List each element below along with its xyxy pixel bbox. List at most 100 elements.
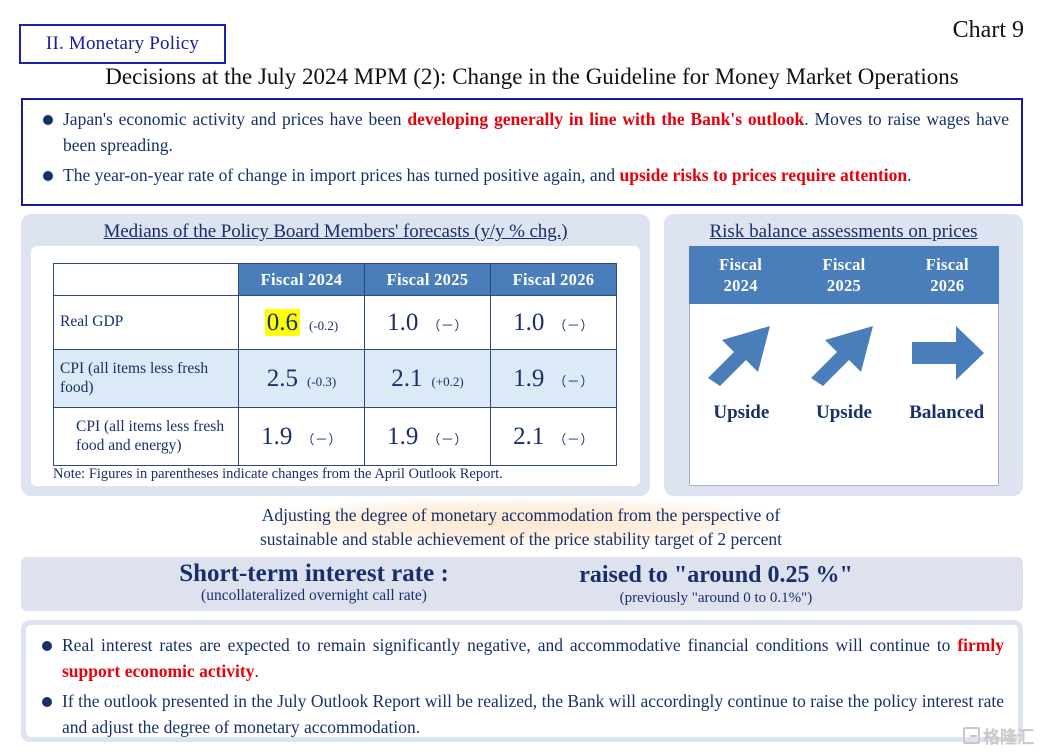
cell-change: （－） — [427, 431, 468, 447]
watermark-text: 格隆汇 — [983, 728, 1034, 748]
cell-value: 0.6 — [264, 308, 300, 336]
table-row: CPI (all items less fresh food) 2.5 (-0.3… — [53, 349, 617, 408]
bullet-dot-icon — [43, 171, 53, 182]
cell-cpi-fy2026: 1.9 （－） — [490, 349, 617, 408]
col-header-fy2026: Fiscal 2026 — [490, 263, 617, 296]
watermark-logo-icon — [963, 727, 980, 744]
risk-card: Fiscal 2024 Fiscal 2025 Fiscal 2026 Upsi… — [689, 246, 999, 486]
cell-gdp-fy2024: 0.6 (-0.2) — [238, 295, 365, 350]
bullet-text: If the outlook presented in the July Out… — [62, 689, 1004, 740]
risk-assessment-fy2026: Balanced — [895, 304, 998, 485]
cell-value: 1.0 — [513, 308, 545, 336]
bullet-dot-icon — [42, 697, 52, 708]
cell-change: (+0.2) — [431, 373, 464, 389]
top-bullet-box: Japan's economic activity and prices hav… — [21, 98, 1023, 206]
cell-change: （－） — [553, 431, 594, 447]
arrow-up-right-icon — [708, 326, 771, 386]
table-header-row: Fiscal 2024 Fiscal 2025 Fiscal 2026 — [53, 263, 617, 296]
risk-header-row: Fiscal 2024 Fiscal 2025 Fiscal 2026 — [689, 246, 999, 304]
cell-value: 1.9 — [261, 422, 293, 450]
rate-label-sub: (uncollateralized overnight call rate) — [201, 587, 427, 604]
bullet-text: Japan's economic activity and prices hav… — [63, 107, 1009, 158]
cell-cpicore-fy2025: 1.9 （－） — [364, 407, 491, 466]
risk-col-header-fy2025: Fiscal 2025 — [792, 246, 895, 304]
cell-change: （－） — [553, 373, 594, 389]
arrow-right-icon — [911, 326, 984, 380]
row-label-cpi-less-fresh-food-energy: CPI (all items less fresh food and energ… — [53, 407, 239, 466]
risk-panel-heading: Risk balance assessments on prices — [709, 221, 978, 242]
rate-banner: Short-term interest rate : (uncollateral… — [21, 557, 1023, 611]
cell-cpi-fy2025: 2.1 (+0.2) — [364, 349, 491, 408]
bullet-text: Real interest rates are expected to rema… — [62, 633, 1004, 684]
rate-label-main: Short-term interest rate : — [179, 560, 449, 587]
table-note: Note: Figures in parentheses indicate ch… — [53, 466, 503, 482]
bullet-pre: The year-on-year rate of change in impor… — [63, 165, 620, 186]
bullet-text: The year-on-year rate of change in impor… — [63, 163, 1009, 189]
bullet-post: . — [907, 165, 912, 186]
bullet-pre: If the outlook presented in the July Out… — [62, 691, 1004, 737]
bottom-bullet-box: Real interest rates are expected to rema… — [21, 620, 1023, 742]
chart-number: Chart 9 — [952, 17, 1024, 43]
risk-assessment-fy2025: Upside — [793, 304, 896, 485]
watermark: 格隆汇 — [963, 723, 1034, 748]
cell-change: (-0.2) — [309, 317, 339, 333]
cell-change: （－） — [427, 317, 468, 333]
col-header-blank — [53, 263, 239, 296]
rate-value-main: raised to "around 0.25 %" — [579, 562, 853, 588]
rate-value-sub: (previously "around 0 to 0.1%") — [619, 590, 813, 606]
section-tag-label: II. Monetary Policy — [45, 33, 200, 54]
risk-col-header-line1: Fiscal — [719, 255, 763, 274]
risk-body: Upside Upside Balanced — [689, 304, 999, 486]
cell-cpicore-fy2026: 2.1 （－） — [490, 407, 617, 466]
risk-col-header-line2: 2026 — [930, 276, 965, 296]
cell-change: （－） — [553, 317, 594, 333]
forecast-panel-heading: Medians of the Policy Board Members' for… — [103, 221, 568, 242]
adjust-statement-line2: sustainable and stable achievement of th… — [259, 529, 783, 550]
cell-value: 1.9 — [387, 422, 419, 450]
list-item: Japan's economic activity and prices hav… — [33, 107, 1009, 158]
cell-value: 1.9 — [513, 364, 545, 392]
arrow-up-right-icon — [811, 326, 873, 386]
bullet-post: . — [254, 660, 259, 681]
col-header-fy2024: Fiscal 2024 — [238, 263, 365, 296]
adjust-statement-line1: Adjusting the degree of monetary accommo… — [261, 505, 781, 525]
cell-gdp-fy2025: 1.0 （－） — [364, 295, 491, 350]
rate-banner-right: raised to "around 0.25 %" (previously "a… — [521, 562, 911, 607]
risk-panel: Risk balance assessments on prices Fisca… — [664, 214, 1023, 496]
bullet-dot-icon — [43, 115, 53, 125]
cell-gdp-fy2026: 1.0 （－） — [490, 295, 617, 350]
risk-col-header-line2: 2025 — [826, 276, 862, 296]
table-row: Real GDP 0.6 (-0.2) 1.0 （－） 1.0 （－） — [53, 295, 617, 350]
rate-banner-left: Short-term interest rate : (uncollateral… — [139, 560, 489, 605]
page-title: Decisions at the July 2024 MPM (2): Chan… — [105, 64, 959, 89]
list-item: Real interest rates are expected to rema… — [32, 633, 1004, 684]
section-tag: II. Monetary Policy — [19, 24, 226, 64]
risk-col-header-line2: 2024 — [723, 276, 758, 296]
risk-assessment-label: Upside — [816, 402, 872, 423]
table-row: CPI (all items less fresh food and energ… — [53, 407, 617, 466]
row-label-real-gdp: Real GDP — [53, 295, 239, 350]
bullet-pre: Real interest rates are expected to rema… — [62, 635, 958, 655]
cell-cpicore-fy2024: 1.9 （－） — [238, 407, 365, 466]
bottom-bullet-inner: Real interest rates are expected to rema… — [26, 625, 1018, 737]
risk-col-header-fy2026: Fiscal 2026 — [896, 246, 999, 304]
forecast-card: Fiscal 2024 Fiscal 2025 Fiscal 2026 Real… — [31, 246, 640, 486]
list-item: The year-on-year rate of change in impor… — [33, 163, 1009, 189]
bullet-pre: Japan's economic activity and prices hav… — [63, 109, 408, 129]
cell-value: 2.1 — [513, 422, 545, 450]
forecast-panel: Medians of the Policy Board Members' for… — [21, 214, 650, 496]
risk-col-header-line1: Fiscal — [822, 255, 866, 274]
risk-assessment-fy2024: Upside — [690, 304, 793, 485]
cell-change: (-0.3) — [307, 373, 337, 389]
adjust-statement: Adjusting the degree of monetary accommo… — [0, 499, 1042, 551]
cell-cpi-fy2024: 2.5 (-0.3) — [238, 349, 365, 408]
list-item: If the outlook presented in the July Out… — [32, 689, 1004, 740]
cell-value: 2.1 — [391, 364, 423, 392]
cell-value: 2.5 — [266, 364, 298, 392]
cell-value: 1.0 — [387, 308, 419, 336]
col-header-fy2025: Fiscal 2025 — [364, 263, 491, 296]
slide-root: II. Monetary Policy Chart 9 Decisions at… — [0, 0, 1042, 754]
bullet-highlight: upside risks to prices require attention — [619, 165, 908, 186]
risk-assessment-label: Balanced — [909, 402, 985, 423]
row-label-cpi-less-fresh-food: CPI (all items less fresh food) — [53, 349, 239, 408]
